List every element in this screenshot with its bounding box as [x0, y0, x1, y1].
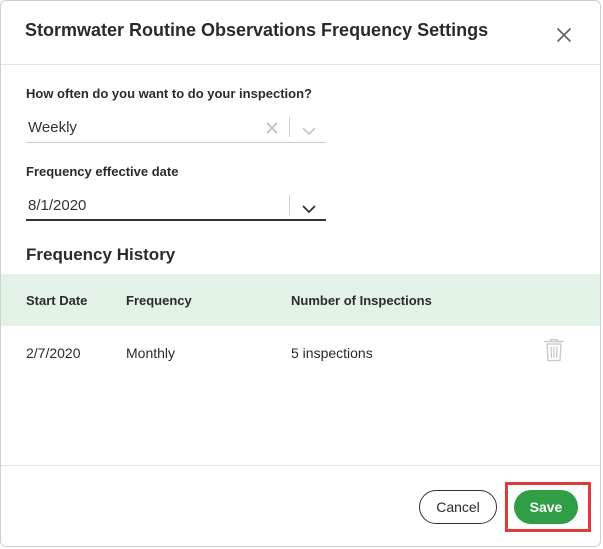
row-frequency: Monthly [126, 345, 176, 361]
cancel-button[interactable]: Cancel [419, 490, 497, 524]
select-separator [289, 195, 290, 215]
row-start-date: 2/7/2020 [26, 345, 81, 361]
clear-selection-button[interactable] [266, 121, 278, 134]
clear-icon [266, 122, 278, 134]
frequency-select-value: Weekly [28, 119, 77, 136]
column-start-date: Start Date [26, 293, 88, 308]
column-frequency: Frequency [126, 293, 192, 308]
dialog-header: Stormwater Routine Observations Frequenc… [1, 1, 600, 65]
delete-row-button[interactable] [543, 338, 565, 362]
select-separator [289, 117, 290, 137]
column-number-of-inspections: Number of Inspections [291, 293, 432, 308]
dialog-footer: Cancel Save [1, 465, 600, 546]
table-row: 2/7/2020 Monthly 5 inspections [1, 326, 600, 378]
effective-date-value: 8/1/2020 [28, 197, 87, 214]
effective-date-dropdown-toggle[interactable] [302, 201, 316, 213]
frequency-dropdown-toggle[interactable] [302, 123, 316, 135]
close-icon [557, 28, 571, 42]
history-table-header: Start Date Frequency Number of Inspectio… [1, 274, 600, 326]
dialog-title: Stormwater Routine Observations Frequenc… [25, 20, 489, 40]
row-inspections: 5 inspections [291, 345, 373, 361]
frequency-label: How often do you want to do your inspect… [26, 86, 312, 101]
trash-icon [544, 338, 564, 362]
close-button[interactable] [554, 25, 574, 45]
save-button[interactable]: Save [514, 490, 578, 524]
effective-date-label: Frequency effective date [26, 164, 179, 179]
effective-date-select[interactable]: 8/1/2020 [26, 191, 326, 221]
chevron-down-icon [302, 127, 316, 135]
frequency-settings-dialog: Stormwater Routine Observations Frequenc… [0, 0, 601, 547]
chevron-down-icon [302, 205, 316, 213]
frequency-history-title: Frequency History [26, 245, 176, 264]
frequency-select[interactable]: Weekly [26, 113, 326, 143]
